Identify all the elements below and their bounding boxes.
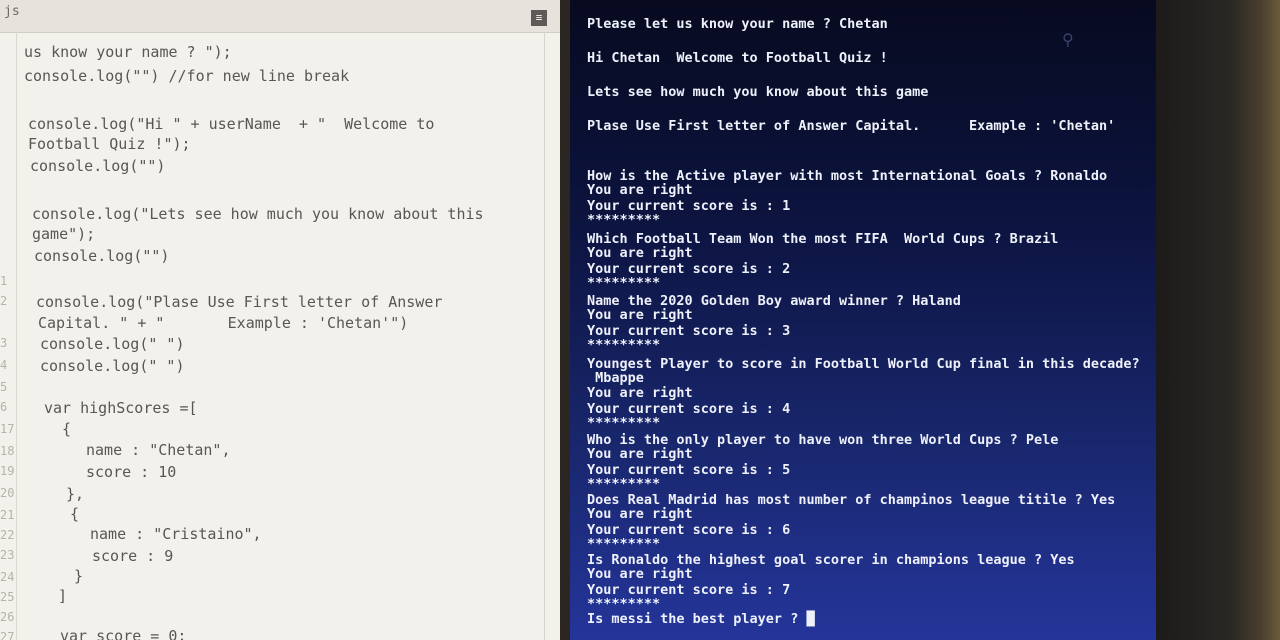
code-line: game"); <box>32 225 96 243</box>
code-line: var score = 0; <box>60 627 187 640</box>
code-line: console.log("") <box>34 247 170 265</box>
console-line: Youngest Player to score in Football Wor… <box>587 356 1140 372</box>
line-number: 1 <box>0 274 8 288</box>
line-number: 24 <box>0 570 15 584</box>
code-line: Capital. " + " Example : 'Chetan'") <box>38 314 409 332</box>
code-line: name : "Cristaino", <box>90 525 262 543</box>
code-line: us know your name ? "); <box>24 43 232 61</box>
pane-divider[interactable] <box>544 32 545 640</box>
line-number: 3 <box>0 336 8 350</box>
console-line: Is messi the best player ? █ <box>587 611 815 627</box>
code-line: name : "Chetan", <box>86 441 231 459</box>
console-line: Lets see how much you know about this ga… <box>587 84 929 100</box>
console-line: ********* <box>587 337 661 353</box>
console-line: ********* <box>587 476 661 492</box>
code-line: { <box>62 420 72 438</box>
console-line: You are right <box>587 307 693 323</box>
console-line: You are right <box>587 245 693 261</box>
code-line: Football Quiz !"); <box>28 135 191 153</box>
console-line: ********* <box>587 536 661 552</box>
console-line: You are right <box>587 385 693 401</box>
line-number: 17 <box>0 422 15 436</box>
line-number: 18 <box>0 444 15 458</box>
line-number: 21 <box>0 508 15 522</box>
code-line: score : 9 <box>92 547 174 565</box>
code-line: { <box>70 505 80 523</box>
code-line: }, <box>66 485 85 503</box>
line-number: 27 <box>0 630 15 640</box>
code-line: var highScores =[ <box>44 399 198 417</box>
search-icon[interactable]: ⚲ <box>1062 30 1074 49</box>
console-line: ********* <box>587 596 661 612</box>
line-number: 20 <box>0 486 15 500</box>
code-line: console.log(" ") <box>40 357 185 375</box>
console-line: Mbappe <box>587 370 644 386</box>
console-line: ********* <box>587 212 661 228</box>
line-number: 5 <box>0 380 8 394</box>
code-line: ] <box>58 587 68 605</box>
line-number: 19 <box>0 464 15 478</box>
line-number: 6 <box>0 400 8 414</box>
monitor-bezel <box>1156 0 1280 640</box>
code-line: console.log("Plase Use First letter of A… <box>36 293 443 311</box>
console-line: You are right <box>587 506 693 522</box>
console-line: Hi Chetan Welcome to Football Quiz ! <box>587 50 888 66</box>
editor-tab[interactable]: js ≡ <box>0 0 560 33</box>
line-number: 23 <box>0 548 15 562</box>
code-line: console.log("Hi " + userName + " Welcome… <box>28 115 435 133</box>
code-line: console.log(" ") <box>40 335 185 353</box>
tab-file-name[interactable]: js <box>4 4 20 19</box>
line-number: 22 <box>0 528 15 542</box>
console-line: You are right <box>587 446 693 462</box>
line-number: 26 <box>0 610 15 624</box>
code-line: console.log("") //for new line break <box>24 67 350 85</box>
console-line: ********* <box>587 275 661 291</box>
code-editor[interactable]: js ≡ us know your name ? "); console.log(… <box>0 0 560 640</box>
code-line: score : 10 <box>86 463 177 481</box>
console-output[interactable]: ⚲ Please let us know your name ? Chetan H… <box>570 0 1156 640</box>
console-line: Plase Use First letter of Answer Capital… <box>587 118 1116 134</box>
console-line: You are right <box>587 182 693 198</box>
code-line: } <box>74 567 84 585</box>
console-toggle-icon[interactable]: ≡ <box>531 10 547 26</box>
line-number: 25 <box>0 590 15 604</box>
console-line: You are right <box>587 566 693 582</box>
code-line: console.log("") <box>30 157 166 175</box>
gutter <box>16 32 17 640</box>
code-line: console.log("Lets see how much you know … <box>32 205 484 223</box>
console-line: Please let us know your name ? Chetan <box>587 16 888 32</box>
line-number: 2 <box>0 294 8 308</box>
console-line: ********* <box>587 415 661 431</box>
line-number: 4 <box>0 358 8 372</box>
